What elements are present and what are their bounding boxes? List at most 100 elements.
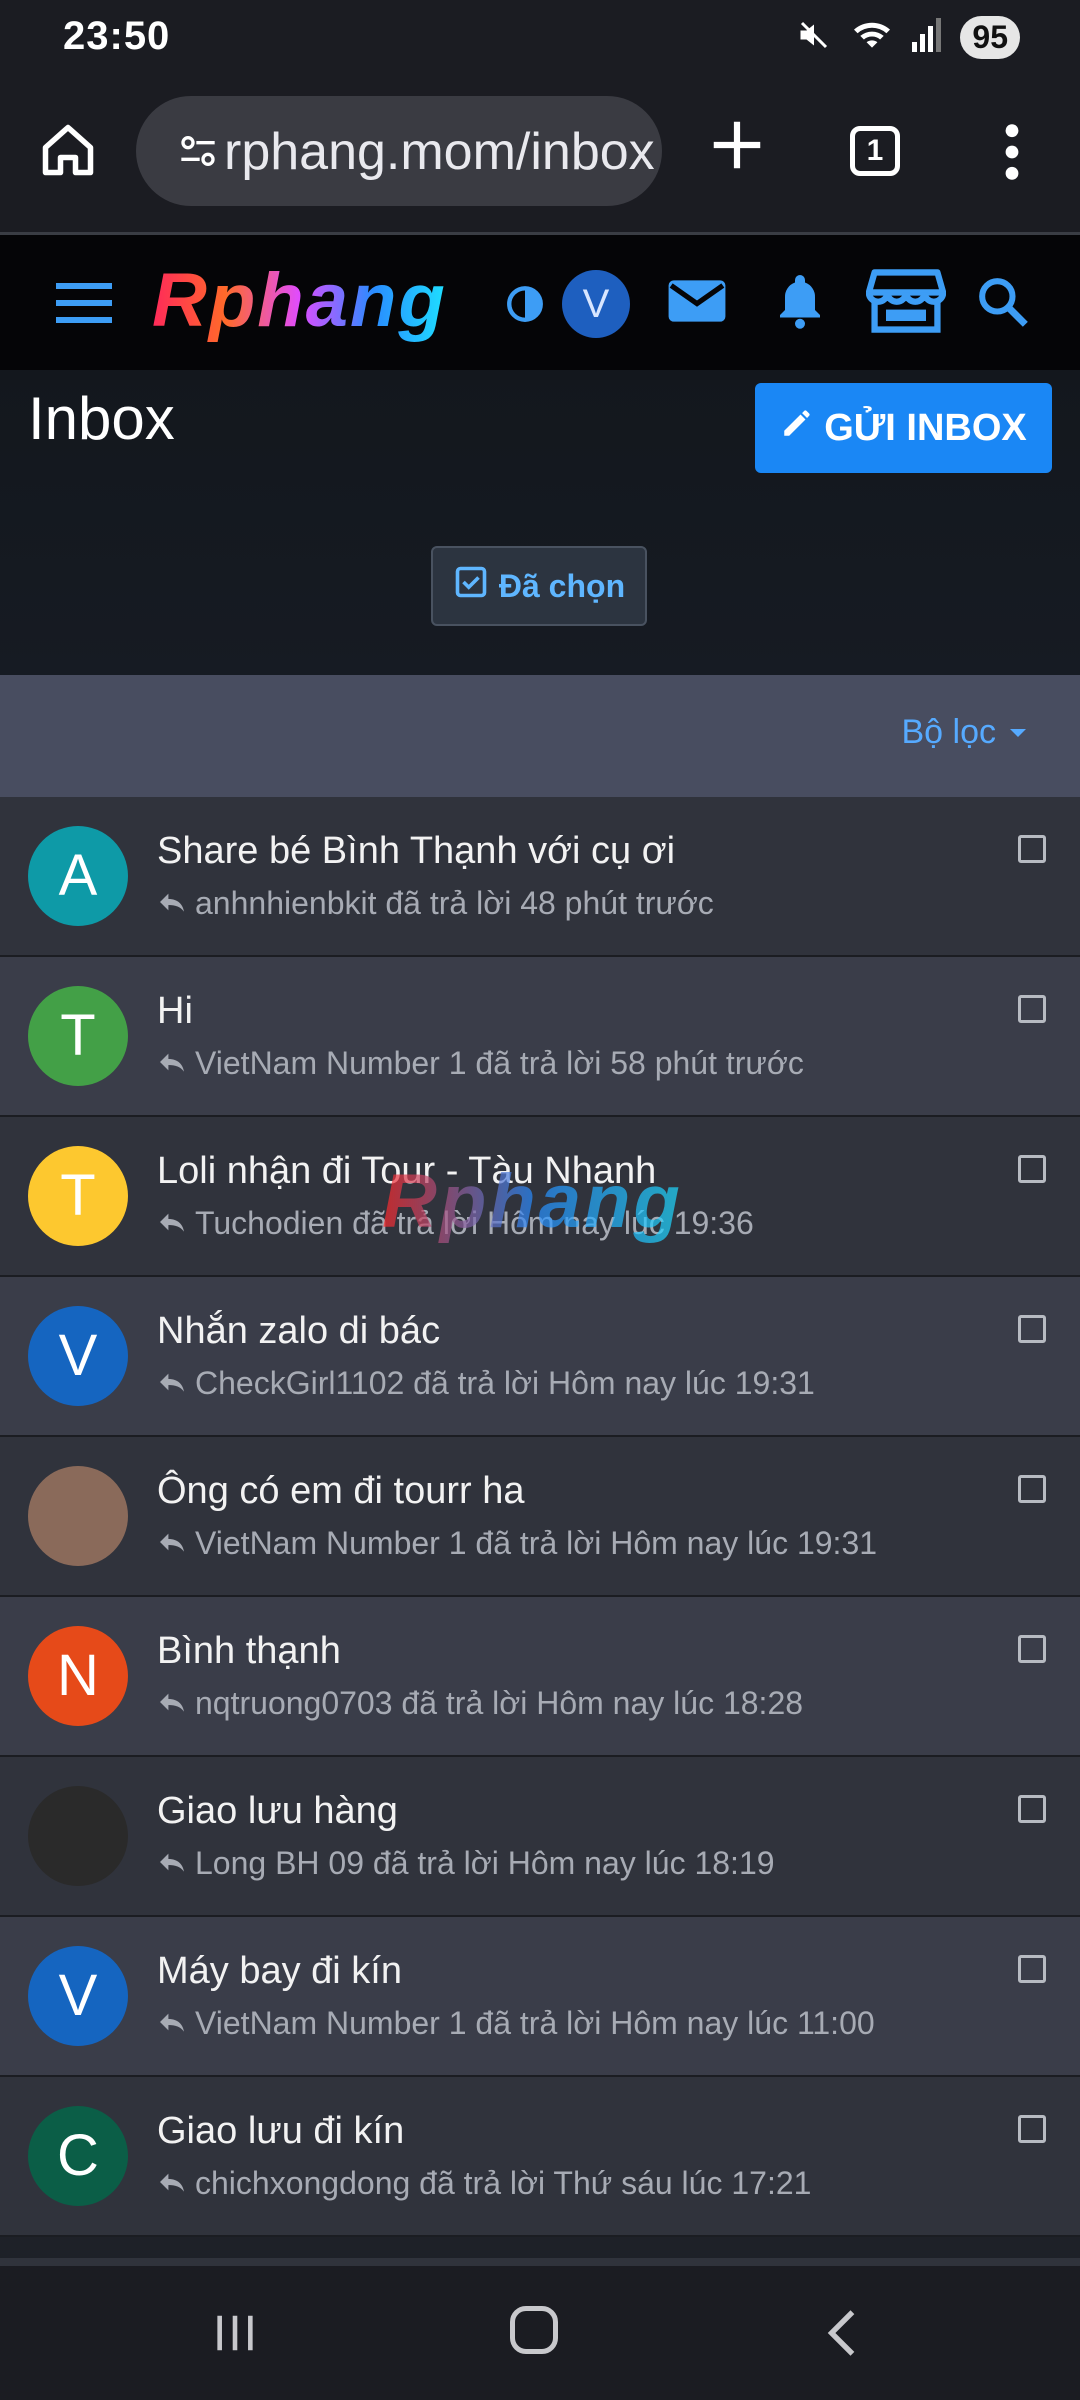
wifi-icon xyxy=(850,17,894,58)
conversation-title[interactable]: Share bé Bình Thạnh với cụ ơi xyxy=(157,830,675,873)
back-icon[interactable] xyxy=(822,2308,862,2363)
recents-icon[interactable] xyxy=(212,2310,258,2361)
url-text: rphang.mom/inbox xyxy=(224,123,655,181)
browser-toolbar: rphang.mom/inbox 1 xyxy=(0,80,1080,235)
new-tab-icon[interactable] xyxy=(706,114,768,181)
reply-icon xyxy=(157,2165,187,2202)
user-avatar[interactable]: V xyxy=(562,270,630,338)
signal-icon xyxy=(912,18,942,57)
avatar[interactable]: C xyxy=(28,2106,128,2206)
avatar[interactable]: T xyxy=(28,986,128,1086)
conversation-meta: VietNam Number 1 đã trả lời Hôm nay lúc … xyxy=(195,2005,875,2041)
conversation-title[interactable]: Hi xyxy=(157,990,193,1033)
reply-icon xyxy=(157,2005,187,2042)
page-title: Inbox xyxy=(28,385,175,452)
avatar[interactable]: V xyxy=(28,1946,128,2046)
selected-label: Đã chọn xyxy=(498,567,626,604)
tab-switcher-button[interactable]: 1 xyxy=(850,126,900,176)
conversation-row[interactable]: A Share bé Bình Thạnh với cụ ơi anhnhienbk… xyxy=(0,797,1080,957)
reply-icon xyxy=(157,1045,187,1082)
filter-label: Bộ lọc xyxy=(901,713,997,751)
mute-icon xyxy=(796,17,832,58)
avatar[interactable] xyxy=(28,1786,128,1886)
filter-bar: Bộ lọc xyxy=(0,675,1080,797)
conversation-subtitle: Tuchodien đã trả lời Hôm nay lúc 19:36 xyxy=(157,1205,754,1242)
conversation-row[interactable]: C Giao lưu đi kín chichxongdong đã trả lời… xyxy=(0,2077,1080,2237)
conversation-title[interactable]: Giao lưu đi kín xyxy=(157,2110,404,2153)
conversation-title[interactable]: Ông có em đi tourr ha xyxy=(157,1470,525,1513)
conversation-subtitle: CheckGirl1102 đã trả lời Hôm nay lúc 19:… xyxy=(157,1365,815,1402)
conversation-subtitle: VietNam Number 1 đã trả lời 58 phút trướ… xyxy=(157,1045,804,1082)
conversation-subtitle: anhnhienbkit đã trả lời 48 phút trước xyxy=(157,885,714,922)
select-checkbox[interactable] xyxy=(1018,1795,1046,1823)
mail-icon[interactable] xyxy=(666,275,728,332)
select-checkbox[interactable] xyxy=(1018,1155,1046,1183)
conversation-row[interactable]: V Nhắn zalo di bác CheckGirl1102 đã trả lờ… xyxy=(0,1277,1080,1437)
conversation-row[interactable]: V Máy bay đi kín VietNam Number 1 đã trả l… xyxy=(0,1917,1080,2077)
pencil-icon xyxy=(780,406,814,450)
select-checkbox[interactable] xyxy=(1018,1635,1046,1663)
site-header: Rphang V xyxy=(0,235,1080,370)
reply-icon xyxy=(157,1685,187,1722)
site-settings-icon[interactable] xyxy=(178,131,218,176)
selected-button[interactable]: Đã chọn xyxy=(431,546,647,626)
conversation-title[interactable]: Loli nhận đi Tour - Tàu Nhanh xyxy=(157,1150,656,1193)
battery-badge: 95 xyxy=(960,16,1020,59)
more-menu-icon[interactable] xyxy=(990,120,1034,189)
select-checkbox[interactable] xyxy=(1018,995,1046,1023)
list-item-partial xyxy=(0,2258,1080,2266)
inbox-header: Inbox GỬI INBOX Đã chọn xyxy=(0,370,1080,675)
notification-bell-icon[interactable] xyxy=(770,269,830,336)
conversation-subtitle: nqtruong0703 đã trả lời Hôm nay lúc 18:2… xyxy=(157,1685,803,1722)
select-checkbox[interactable] xyxy=(1018,1315,1046,1343)
send-inbox-button[interactable]: GỬI INBOX xyxy=(755,383,1052,473)
checkbox-checked-icon xyxy=(453,564,489,608)
store-icon[interactable] xyxy=(865,265,947,342)
chevron-down-icon xyxy=(1010,728,1026,737)
send-inbox-label: GỬI INBOX xyxy=(824,406,1027,449)
reply-icon xyxy=(157,1525,187,1562)
conversation-meta: CheckGirl1102 đã trả lời Hôm nay lúc 19:… xyxy=(195,1365,815,1401)
conversation-row[interactable]: N Bình thạnh nqtruong0703 đã trả lời Hôm n… xyxy=(0,1597,1080,1757)
conversation-meta: anhnhienbkit đã trả lời 48 phút trước xyxy=(195,885,714,921)
reply-icon xyxy=(157,1845,187,1882)
conversation-row[interactable]: T Loli nhận đi Tour - Tàu Nhanh Tuchodien … xyxy=(0,1117,1080,1277)
site-logo[interactable]: Rphang xyxy=(152,257,447,344)
avatar[interactable]: N xyxy=(28,1626,128,1726)
conversation-subtitle: VietNam Number 1 đã trả lời Hôm nay lúc … xyxy=(157,2005,875,2042)
avatar[interactable]: T xyxy=(28,1146,128,1246)
conversation-title[interactable]: Nhắn zalo di bác xyxy=(157,1310,440,1353)
url-bar[interactable]: rphang.mom/inbox xyxy=(136,96,662,206)
conversation-row[interactable]: Ông có em đi tourr ha VietNam Number 1 đã… xyxy=(0,1437,1080,1597)
avatar[interactable]: A xyxy=(28,826,128,926)
conversation-title[interactable]: Máy bay đi kín xyxy=(157,1950,402,1993)
conversation-title[interactable]: Bình thạnh xyxy=(157,1630,341,1673)
filter-dropdown[interactable]: Bộ lọc xyxy=(901,713,1026,752)
hamburger-menu-icon[interactable] xyxy=(56,281,112,330)
theme-toggle-icon[interactable] xyxy=(504,283,546,330)
select-checkbox[interactable] xyxy=(1018,2115,1046,2143)
conversation-row[interactable]: Giao lưu hàng Long BH 09 đã trả lời Hôm n… xyxy=(0,1757,1080,1917)
reply-icon xyxy=(157,885,187,922)
conversation-meta: VietNam Number 1 đã trả lời 58 phút trướ… xyxy=(195,1045,804,1081)
avatar[interactable] xyxy=(28,1466,128,1566)
select-checkbox[interactable] xyxy=(1018,835,1046,863)
avatar[interactable]: V xyxy=(28,1306,128,1406)
status-bar: 23:50 95 xyxy=(0,0,1080,80)
select-checkbox[interactable] xyxy=(1018,1475,1046,1503)
home-icon[interactable] xyxy=(38,120,98,180)
conversation-row[interactable]: T Hi VietNam Number 1 đã trả lời 58 phút t… xyxy=(0,957,1080,1117)
conversation-meta: VietNam Number 1 đã trả lời Hôm nay lúc … xyxy=(195,1525,878,1561)
select-checkbox[interactable] xyxy=(1018,1955,1046,1983)
reply-icon xyxy=(157,1205,187,1242)
nav-home-icon[interactable] xyxy=(510,2306,558,2354)
status-icons: 95 xyxy=(796,16,1020,59)
conversation-meta: nqtruong0703 đã trả lời Hôm nay lúc 18:2… xyxy=(195,1685,804,1721)
conversation-subtitle: VietNam Number 1 đã trả lời Hôm nay lúc … xyxy=(157,1525,877,1562)
status-time: 23:50 xyxy=(63,14,171,58)
conversation-meta: Tuchodien đã trả lời Hôm nay lúc 19:36 xyxy=(195,1205,754,1241)
conversation-subtitle: chichxongdong đã trả lời Thứ sáu lúc 17:… xyxy=(157,2165,811,2202)
system-nav-bar xyxy=(0,2266,1080,2400)
search-icon[interactable] xyxy=(974,273,1030,334)
conversation-title[interactable]: Giao lưu hàng xyxy=(157,1790,398,1833)
